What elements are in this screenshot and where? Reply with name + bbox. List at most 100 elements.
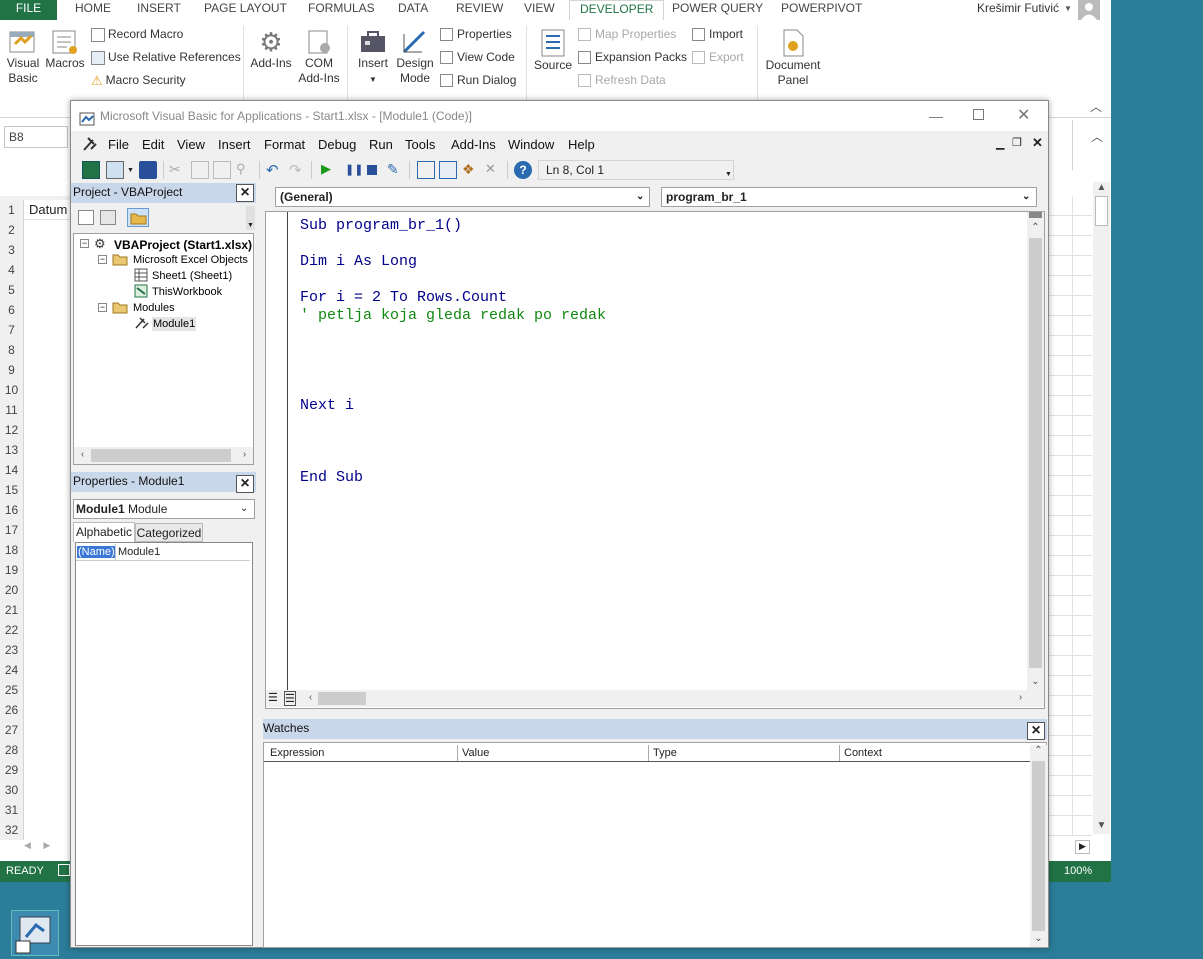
chevron-down-icon[interactable]: ▼ [127,167,134,174]
menu-insert[interactable]: Insert [218,137,251,152]
avatar[interactable] [1078,0,1100,20]
scroll-thumb[interactable] [318,692,366,705]
col-value[interactable]: Value [457,745,489,761]
source-button[interactable]: Source [532,28,574,73]
formula-bar-expand[interactable]: ︿ [1072,120,1111,170]
watches-close-icon[interactable]: × [1027,722,1045,740]
property-value[interactable]: Module1 [118,546,160,558]
visual-basic-button[interactable]: Visual Basic [4,28,42,86]
tab-page-layout[interactable]: PAGE LAYOUT [194,0,297,20]
row-header[interactable]: 11 [0,400,24,420]
tab-home[interactable]: HOME [65,0,121,20]
row-header[interactable]: 17 [0,520,24,540]
help-icon[interactable]: ? [514,161,532,179]
split-bar[interactable] [1029,212,1042,218]
tab-file[interactable]: FILE [0,0,57,20]
col-type[interactable]: Type [648,745,677,761]
row-header[interactable]: 8 [0,340,24,360]
col-context[interactable]: Context [839,745,882,761]
tree-sheet1[interactable]: Sheet1 (Sheet1) [152,269,232,283]
scroll-thumb[interactable] [1032,761,1045,931]
design-mode-icon[interactable]: ✎ [387,161,405,179]
scroll-down-icon[interactable]: ▼ [1093,820,1110,831]
procedure-view-icon[interactable]: ☰ [268,691,278,704]
toolbox-icon[interactable]: ✕ [485,161,503,179]
addins-button[interactable]: ⚙ Add-Ins [248,28,294,71]
row-header[interactable]: 4 [0,260,24,280]
watches-scrollbar[interactable]: ⌃ ⌄ [1030,745,1047,947]
row-header[interactable]: 5 [0,280,24,300]
document-panel-button[interactable]: Document Panel [762,28,824,88]
row-header[interactable]: 10 [0,380,24,400]
project-tree-hscroll[interactable]: ‹ › [74,447,253,464]
row-header[interactable]: 25 [0,680,24,700]
row-header[interactable]: 12 [0,420,24,440]
menu-run[interactable]: Run [369,137,393,152]
full-module-view-icon[interactable]: ☰ [284,691,296,706]
view-code-icon[interactable] [78,210,94,225]
undo-icon[interactable]: ↶ [266,161,284,179]
collapse-icon[interactable]: − [98,255,107,264]
run-dialog-button[interactable]: Run Dialog [440,71,516,91]
tab-power-query[interactable]: POWER QUERY [662,0,773,20]
row-header[interactable]: 26 [0,700,24,720]
scroll-down-icon[interactable]: ⌄ [1027,676,1044,687]
minimize-icon[interactable]: — [929,101,943,131]
scroll-right-icon[interactable]: ▶ [1075,840,1090,854]
scroll-thumb[interactable] [91,449,231,462]
properties-pane-close-icon[interactable]: × [236,475,254,493]
com-addins-button[interactable]: COM Add-Ins [298,28,340,86]
code-editor[interactable]: Sub program_br_1() Dim i As Long For i =… [265,211,1045,709]
watches-list[interactable]: Expression Value Type Context ⌃ ⌄ [263,742,1047,948]
tab-review[interactable]: REVIEW [446,0,513,20]
row-header[interactable]: 24 [0,660,24,680]
relative-references-button[interactable]: Use Relative References [91,48,241,68]
tree-excel-objects[interactable]: Microsoft Excel Objects [133,253,248,267]
code-line[interactable]: Next i [300,397,354,415]
menu-help[interactable]: Help [568,137,595,152]
row-header[interactable]: 32 [0,820,24,840]
row-header[interactable]: 30 [0,780,24,800]
view-excel-icon[interactable] [82,161,100,179]
sheet-horizontal-scrollbar[interactable]: ▶ [1050,840,1110,855]
tree-modules[interactable]: Modules [133,301,175,315]
project-explorer-icon[interactable] [417,161,435,179]
tree-module1[interactable]: Module1 [152,317,197,331]
refresh-data-button[interactable]: Refresh Data [578,71,666,91]
sheet-vertical-scrollbar[interactable]: ▲ ▼ [1093,182,1110,834]
row-header[interactable]: 21 [0,600,24,620]
name-box[interactable]: B8 [4,126,68,148]
zoom-level[interactable]: 100% [1064,865,1092,877]
row-header[interactable]: 9 [0,360,24,380]
menu-view[interactable]: View [177,137,205,152]
code-line[interactable]: Sub program_br_1() [300,217,462,235]
properties-window-icon[interactable] [439,161,457,179]
menu-edit[interactable]: Edit [142,137,164,152]
scroll-up-icon[interactable]: ⌃ [1030,745,1047,756]
code-line[interactable]: End Sub [300,469,363,487]
row-header[interactable]: 29 [0,760,24,780]
tab-view[interactable]: VIEW [514,0,565,20]
menu-debug[interactable]: Debug [318,137,356,152]
row-header[interactable]: 13 [0,440,24,460]
row-header[interactable]: 22 [0,620,24,640]
toggle-folders-icon[interactable] [127,208,149,227]
tab-alphabetic[interactable]: Alphabetic [73,522,135,542]
record-macro-button[interactable]: Record Macro [91,25,183,45]
redo-icon[interactable]: ↷ [289,161,307,179]
design-mode-button[interactable]: Design Mode [395,28,435,86]
break-icon[interactable]: ❚❚ [345,163,363,181]
find-icon[interactable]: ⚲ [236,161,254,179]
insert-userform-icon[interactable] [106,161,124,179]
run-icon[interactable]: ▶ [321,161,339,179]
macros-button[interactable]: Macros [45,28,85,71]
cell-a1[interactable]: Datum [24,200,72,220]
code-line[interactable]: Dim i As Long [300,253,417,271]
collapse-icon[interactable]: − [80,239,89,248]
menu-format[interactable]: Format [264,137,305,152]
collapse-ribbon-icon[interactable]: ︿ [1090,98,1102,115]
row-header[interactable]: 1 [0,200,24,220]
row-header[interactable]: 19 [0,560,24,580]
map-properties-button[interactable]: Map Properties [578,25,676,45]
insert-controls-button[interactable]: Insert ▼ [352,28,394,87]
